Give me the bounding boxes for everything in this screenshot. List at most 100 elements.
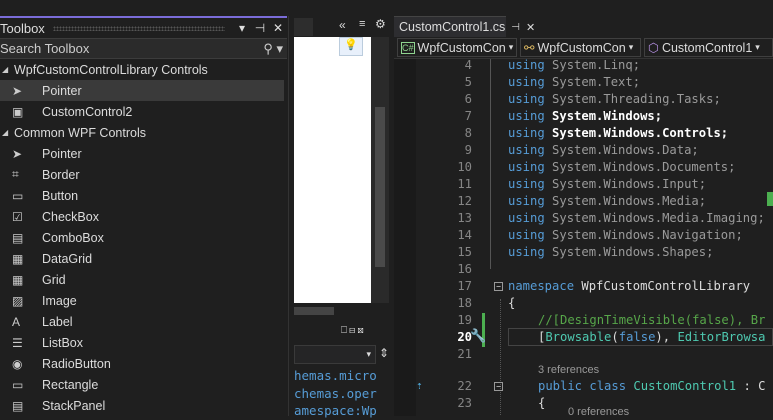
line-number: 16 bbox=[457, 262, 472, 276]
toolbox-item[interactable]: ➤ Pointer bbox=[0, 143, 287, 164]
toolbox-item[interactable]: ▦ Grid bbox=[0, 269, 287, 290]
toolbox-item[interactable]: ▭ Rectangle bbox=[0, 374, 287, 395]
code-line: using System.Threading.Tasks; bbox=[508, 92, 721, 106]
line-number: 12 bbox=[457, 194, 472, 208]
project-label: WpfCustomCon bbox=[417, 40, 506, 55]
horizontal-scrollbar[interactable] bbox=[294, 307, 334, 315]
close-icon[interactable]: ✕ bbox=[526, 21, 535, 34]
line-number: 5 bbox=[464, 75, 472, 89]
toolbox-item-label: CheckBox bbox=[42, 209, 99, 224]
toolbox-panel: Toolbox ▾ ⊣ ✕ Search Toolbox ⚲ ▾ ◢ WpfCus… bbox=[0, 16, 287, 416]
code-line: { bbox=[508, 296, 516, 310]
vertical-scrollbar[interactable] bbox=[371, 37, 389, 303]
combobox-icon: ▤ bbox=[12, 230, 24, 245]
code-line: public class CustomControl1 : C bbox=[538, 379, 766, 393]
xaml-editor[interactable]: hemas.micro chemas.oper amespace:Wp bbox=[294, 367, 377, 420]
line-number: 10 bbox=[457, 160, 472, 174]
code-line: using System.Windows.Navigation; bbox=[508, 228, 743, 242]
line-number: 17 bbox=[457, 279, 472, 293]
toolbox-item-label: Image bbox=[42, 293, 77, 308]
line-number: 13 bbox=[457, 211, 472, 225]
gear-icon[interactable]: ⚙ bbox=[375, 17, 386, 31]
scope-dropdown[interactable]: ▾ bbox=[294, 345, 376, 364]
toolbox-item[interactable]: ▣ CustomControl2 bbox=[0, 101, 287, 122]
line-number: 18 bbox=[457, 296, 472, 310]
pin-icon[interactable]: ⊣ bbox=[251, 21, 269, 35]
project-dropdown[interactable]: C# WpfCustomCon ▾ bbox=[397, 38, 517, 57]
category-label: WpfCustomControlLibrary Controls bbox=[14, 62, 208, 77]
member-label: CustomControl1 bbox=[661, 40, 753, 55]
stackpanel-icon: ▤ bbox=[12, 398, 24, 413]
pointer-icon: ➤ bbox=[12, 83, 23, 98]
code-line: using System.Windows.Controls; bbox=[508, 126, 729, 140]
checkbox-icon: ☑ bbox=[12, 209, 23, 224]
tab-customcontrol1[interactable]: CustomControl1.cs ⊣ ✕ bbox=[394, 16, 535, 37]
line-number: 8 bbox=[464, 126, 472, 140]
toolbox-search-input[interactable]: Search Toolbox ⚲ ▾ bbox=[0, 38, 287, 59]
toolbox-item-label: StackPanel bbox=[42, 398, 106, 413]
toolbox-category[interactable]: ◢ Common WPF Controls bbox=[0, 122, 287, 143]
code-line: using System.Windows.Media; bbox=[508, 194, 707, 208]
image-icon: ▨ bbox=[12, 293, 24, 308]
codelens-references-0[interactable]: 0 references bbox=[568, 406, 629, 416]
navigation-bar: C# WpfCustomCon ▾ ⚯ WpfCustomCon ▾ ⬡ CustomCo… bbox=[394, 37, 773, 59]
radiobutton-icon: ◉ bbox=[12, 356, 23, 371]
member-dropdown[interactable]: ⬡ CustomControl1 ▾ bbox=[644, 38, 773, 57]
xaml-line: amespace:Wp bbox=[294, 403, 377, 418]
split-buttons[interactable]: ⎕⊟⊠ bbox=[341, 325, 366, 336]
code-line: using System.Windows; bbox=[508, 109, 663, 123]
toolbox-item[interactable]: ▤ ComboBox bbox=[0, 227, 287, 248]
screwdriver-icon[interactable]: 🔧 bbox=[470, 329, 486, 344]
toolbox-item[interactable]: ▭ Button bbox=[0, 185, 287, 206]
expand-triangle-icon[interactable]: ◢ bbox=[2, 128, 14, 137]
line-number: 23 bbox=[457, 396, 472, 410]
toolbox-item[interactable]: ▨ Image bbox=[0, 290, 287, 311]
class-icon: ⬡ bbox=[648, 41, 659, 55]
line-number: 19 bbox=[457, 313, 472, 327]
toolbar-box bbox=[294, 18, 313, 36]
toolbox-item[interactable]: A Label bbox=[0, 311, 287, 332]
toolbox-category[interactable]: ◢ WpfCustomControlLibrary Controls bbox=[0, 59, 287, 80]
collapse-namespace-icon[interactable]: − bbox=[494, 282, 503, 291]
toolbox-title: Toolbox bbox=[0, 20, 45, 36]
toolbox-item-label: Label bbox=[42, 314, 73, 329]
collapse-class-icon[interactable]: − bbox=[494, 382, 503, 391]
toolbox-item[interactable]: ➤ Pointer bbox=[0, 80, 284, 101]
filter-icon[interactable]: ≡ bbox=[359, 18, 365, 30]
xaml-line: chemas.oper bbox=[294, 385, 377, 401]
custom-control-icon: ▣ bbox=[12, 104, 24, 119]
toolbox-item[interactable]: ◉ RadioButton bbox=[0, 353, 287, 374]
pointer-icon: ➤ bbox=[12, 146, 23, 161]
code-line: using System.Windows.Media.Imaging; bbox=[508, 211, 765, 225]
line-number: 11 bbox=[457, 177, 472, 191]
codelens-references[interactable]: 3 references bbox=[538, 362, 599, 379]
lightbulb-icon[interactable]: 💡 bbox=[339, 37, 363, 56]
collapse-icon[interactable]: « bbox=[339, 18, 346, 32]
namespace-icon: ⚯ bbox=[524, 41, 535, 55]
design-surface[interactable] bbox=[294, 37, 371, 303]
xaml-line: hemas.micro bbox=[294, 368, 377, 383]
scroll-marker bbox=[767, 192, 773, 206]
search-icon[interactable]: ⚲ ▾ bbox=[263, 41, 283, 57]
code-line: namespace WpfCustomControlLibrary bbox=[508, 279, 751, 293]
csharp-icon: C# bbox=[401, 41, 415, 54]
rectangle-icon: ▭ bbox=[12, 377, 24, 392]
toolbox-item[interactable]: ☰ ListBox bbox=[0, 332, 287, 353]
split-icon[interactable]: ⇕ bbox=[379, 346, 389, 360]
toolbox-item[interactable]: ▦ DataGrid bbox=[0, 248, 287, 269]
toolbox-item[interactable]: ▤ StackPanel bbox=[0, 395, 287, 416]
toolbox-item[interactable]: ☑ CheckBox bbox=[0, 206, 287, 227]
pin-icon[interactable]: ⊣ bbox=[511, 22, 520, 33]
line-number: 20 bbox=[457, 330, 472, 344]
line-number: 22 bbox=[457, 379, 472, 393]
code-area[interactable]: 16 17 − namespace WpfCustomControlLibrar… bbox=[394, 49, 773, 416]
toolbox-item-label: Pointer bbox=[42, 146, 82, 161]
close-icon[interactable]: ✕ bbox=[269, 21, 287, 35]
dropdown-icon[interactable]: ▾ bbox=[233, 21, 251, 35]
toolbox-item-label: Rectangle bbox=[42, 377, 99, 392]
expand-triangle-icon[interactable]: ◢ bbox=[2, 65, 14, 74]
code-editor: CustomControl1.cs ⊣ ✕ C# WpfCustomCon ▾ ⚯ W… bbox=[394, 16, 773, 416]
toolbox-item[interactable]: ⌗ Border bbox=[0, 164, 287, 185]
drag-grip[interactable] bbox=[52, 25, 225, 31]
type-dropdown[interactable]: ⚯ WpfCustomCon ▾ bbox=[520, 38, 642, 57]
